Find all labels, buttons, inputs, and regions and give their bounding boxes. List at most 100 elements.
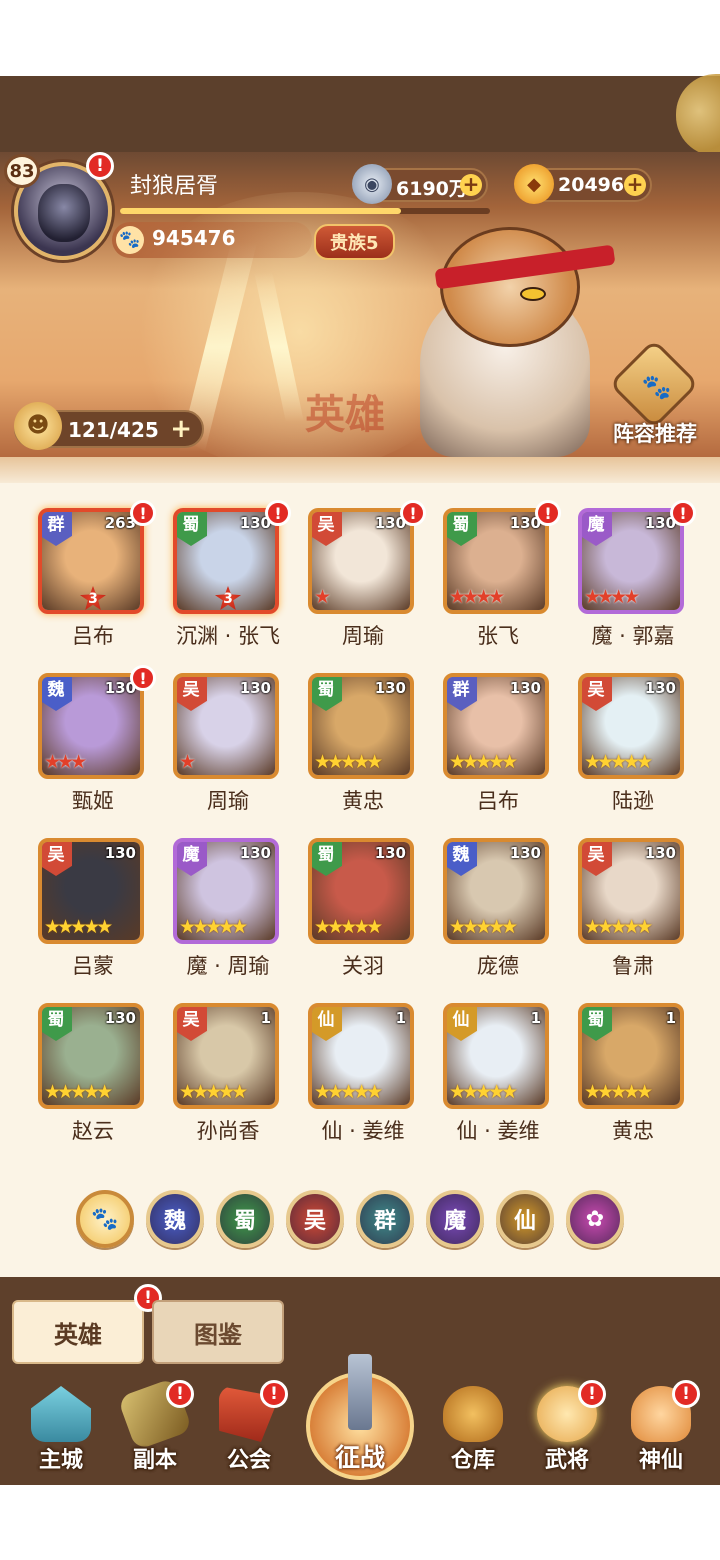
hero-name: 吕布 <box>72 624 114 648</box>
hero-card[interactable]: 蜀 130 ★★★★★ 黄忠 <box>308 673 418 813</box>
hero-card[interactable]: 魏 130 ★★★★★ 庞德 <box>443 838 553 978</box>
hero-header: 83 ! 封狼居胥 🐾 945476 贵族5 ◉ 6190万 + ◆ 20496… <box>0 152 720 457</box>
hero-card[interactable]: 吴 130 ★★★★★ 鲁肃 <box>578 838 688 978</box>
hero-alert-badge: ! <box>400 500 426 526</box>
hero-portrait-frame: 群 130 ★★★★★ <box>443 673 549 779</box>
hero-stars: ★★★★★ <box>314 916 383 938</box>
hero-portrait-frame: 蜀 1 ★★★★★ <box>578 1003 684 1109</box>
hero-name: 仙 · 姜维 <box>321 1119 405 1143</box>
hero-card[interactable]: 仙 1 ★★★★★ 仙 · 姜维 <box>308 1003 418 1143</box>
roster-count-value: 121/425 <box>68 418 159 442</box>
hero-name: 黄忠 <box>612 1119 654 1143</box>
hero-card[interactable]: 群 130 ★★★★★ 吕布 <box>443 673 553 813</box>
treasure-bag-icon <box>443 1386 503 1442</box>
lineup-card-icon: 🐾 <box>608 338 700 430</box>
hero-card[interactable]: 仙 1 ★★★★★ 仙 · 姜维 <box>443 1003 553 1143</box>
nav-immortals-alert: ! <box>672 1380 700 1408</box>
add-gold-button[interactable]: + <box>624 174 646 196</box>
player-level-badge: 83 <box>4 154 40 188</box>
hero-card[interactable]: 吴 130 ★★★★★ 吕蒙 <box>38 838 148 978</box>
system-navigation-area <box>0 1485 720 1560</box>
nav-dungeon-alert: ! <box>166 1380 194 1408</box>
hero-portrait-frame: 魏 130 ★★★ <box>38 673 144 779</box>
tab-codex[interactable]: 图鉴 <box>152 1300 284 1364</box>
gold-value: 20496 <box>558 174 625 196</box>
hero-card[interactable]: 蜀 130 ★★★★! 张飞 <box>443 500 561 648</box>
hero-stars: ★★★★★ <box>44 1081 113 1103</box>
hero-level: 1 <box>665 1009 676 1027</box>
hero-card[interactable]: 魔 130 ★★★★★ 魔 · 周瑜 <box>173 838 283 978</box>
filter-special[interactable]: ✿ <box>566 1190 624 1248</box>
hero-portrait-frame: 吴 130 ★★★★★ <box>578 673 684 779</box>
hero-card[interactable]: 魏 130 ★★★! 甄姬 <box>38 665 156 813</box>
nav-label: 主城 <box>38 1448 83 1473</box>
featured-hero-art <box>380 207 630 457</box>
hero-card[interactable]: 蜀 130 3! 沉渊 · 张飞 <box>173 500 291 648</box>
filter-mo[interactable]: 魔 <box>426 1190 484 1248</box>
nav-guild[interactable]: 公会 ! <box>206 1380 292 1480</box>
hero-stars: ★★★★★ <box>179 1081 248 1103</box>
hero-card[interactable]: 吴 1 ★★★★★ 孙尚香 <box>173 1003 283 1143</box>
filter-xian[interactable]: 仙 <box>496 1190 554 1248</box>
hero-alert-badge: ! <box>535 500 561 526</box>
hero-card[interactable]: 吴 130 ★★★★★ 陆逊 <box>578 673 688 813</box>
nav-campaign[interactable]: 征战 <box>300 1352 420 1482</box>
hero-level: 130 <box>374 679 406 697</box>
nav-immortals[interactable]: 神仙 ! <box>618 1380 704 1480</box>
hero-portrait-frame: 蜀 130 3 <box>173 508 279 614</box>
hero-name: 甄姬 <box>72 789 114 813</box>
hero-name: 关羽 <box>342 954 384 978</box>
hero-alert-badge: ! <box>265 500 291 526</box>
hero-level: 130 <box>239 844 271 862</box>
hero-portrait-frame: 仙 1 ★★★★★ <box>443 1003 549 1109</box>
hero-portrait-frame: 蜀 130 ★★★★ <box>443 508 549 614</box>
filter-qun[interactable]: 群 <box>356 1190 414 1248</box>
nav-main-city[interactable]: 主城 <box>18 1380 104 1480</box>
hero-card[interactable]: 蜀 1 ★★★★★ 黄忠 <box>578 1003 688 1143</box>
hero-level: 130 <box>644 844 676 862</box>
hero-card[interactable]: 群 263 3! 吕布 <box>38 500 156 648</box>
nav-label: 神仙 <box>638 1448 683 1473</box>
combat-power: 🐾 945476 <box>112 222 312 258</box>
hero-card[interactable]: 蜀 130 ★★★★★ 赵云 <box>38 1003 148 1143</box>
hero-level: 1 <box>395 1009 406 1027</box>
filter-shu[interactable]: 蜀 <box>216 1190 274 1248</box>
hero-card[interactable]: 吴 130 ★ 周瑜 <box>173 673 283 813</box>
hero-art-head <box>440 227 580 347</box>
add-silver-button[interactable]: + <box>460 174 482 196</box>
system-status-area <box>0 0 720 76</box>
filter-all[interactable]: 🐾 <box>76 1190 134 1248</box>
hero-portrait-frame: 魔 130 ★★★★★ <box>173 838 279 944</box>
nav-label: 武将 <box>544 1448 589 1473</box>
hero-alert-badge: ! <box>670 500 696 526</box>
expand-roster-button[interactable]: + <box>170 416 192 442</box>
hero-stars: ★★★★★ <box>584 751 653 773</box>
hero-portrait-frame: 魏 130 ★★★★★ <box>443 838 549 944</box>
silver-coin-icon: ◉ <box>352 164 392 204</box>
hero-roster-count: ☻ 121/425 + <box>14 402 204 450</box>
hero-name: 庞德 <box>477 954 519 978</box>
nav-dungeon[interactable]: 副本 ! <box>112 1377 198 1480</box>
hero-stars: ★★★★ <box>584 586 640 608</box>
hero-card[interactable]: 蜀 130 ★★★★★ 关羽 <box>308 838 418 978</box>
nav-warehouse[interactable]: 仓库 <box>430 1380 516 1480</box>
tab-heroes[interactable]: 英雄 <box>12 1300 144 1364</box>
hero-card[interactable]: 吴 130 ★! 周瑜 <box>308 500 426 648</box>
hero-stars: ★★★★★ <box>314 751 383 773</box>
filter-wei[interactable]: 魏 <box>146 1190 204 1248</box>
hero-card[interactable]: 魔 130 ★★★★! 魔 · 郭嘉 <box>578 500 696 648</box>
nav-label: 公会 <box>226 1448 271 1473</box>
lineup-recommend-button[interactable]: 🐾 阵容推荐 <box>600 338 710 452</box>
hero-stars: ★★★★ <box>449 586 505 608</box>
hero-name: 魔 · 郭嘉 <box>591 624 675 648</box>
exp-progress-fill <box>120 208 402 214</box>
hero-portrait-frame: 蜀 130 ★★★★★ <box>308 673 414 779</box>
hero-name: 仙 · 姜维 <box>456 1119 540 1143</box>
hero-alert-badge: ! <box>130 665 156 691</box>
hero-portrait-frame: 吴 130 ★★★★★ <box>38 838 144 944</box>
nav-generals-alert: ! <box>578 1380 606 1408</box>
hero-level: 130 <box>509 679 541 697</box>
filter-wu[interactable]: 吴 <box>286 1190 344 1248</box>
nav-label: 征战 <box>334 1443 385 1472</box>
nav-generals[interactable]: 武将 ! <box>524 1380 610 1480</box>
